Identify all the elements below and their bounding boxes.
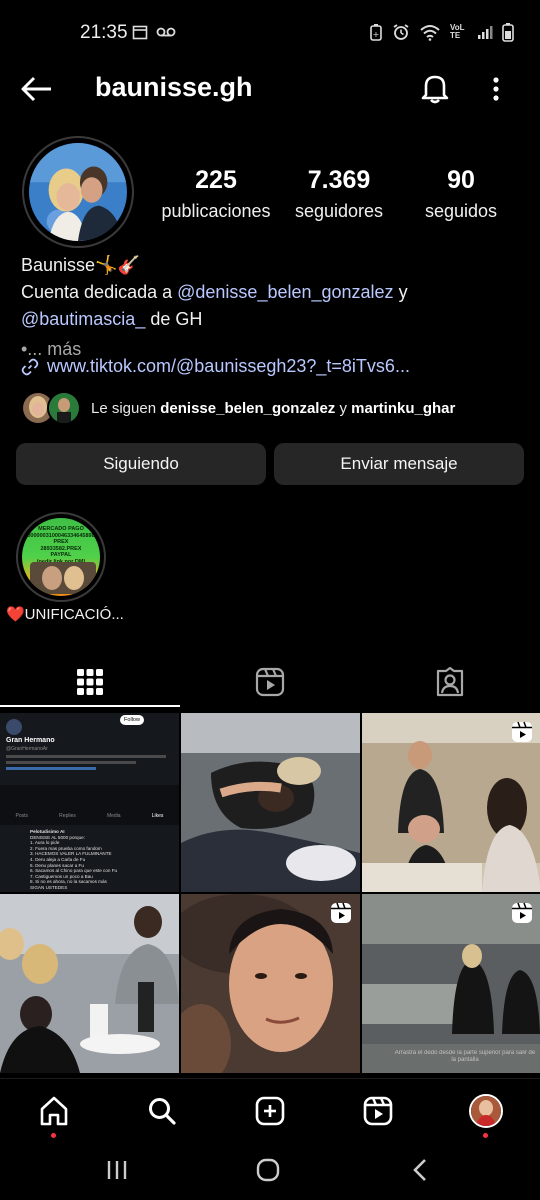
home-notification-dot xyxy=(51,1133,56,1138)
following-count: 90 xyxy=(447,166,475,194)
followed-by-prefix: Le siguen xyxy=(91,399,161,417)
reel-badge-icon xyxy=(512,902,532,923)
posts-count: 225 xyxy=(195,166,237,194)
nav-profile[interactable] xyxy=(468,1093,504,1138)
story-highlight[interactable]: MERCADO PAGO 0000003100046334645898 PREX… xyxy=(16,512,106,602)
grid-post[interactable] xyxy=(181,894,360,1073)
posts-grid: Follow Gran Hermano @GranHermanoAr Posts… xyxy=(0,713,540,1075)
bio-mention-bauti[interactable]: @bautimascia_ xyxy=(21,309,145,329)
posts-label: publicaciones xyxy=(161,201,271,221)
followed-by-user1: denisse_belen_gonzalez xyxy=(160,399,336,417)
following-label: seguidos xyxy=(424,201,498,221)
home-circle-icon xyxy=(256,1158,280,1182)
back-button[interactable] xyxy=(20,74,54,104)
posts-stat[interactable]: 225 publicaciones xyxy=(156,166,276,222)
grid-icon xyxy=(77,669,103,695)
grid-post[interactable]: Arrastra el dedo desde la parte superior… xyxy=(362,894,540,1073)
name-emoji: 🤸🎸 xyxy=(95,255,140,275)
voicemail-icon xyxy=(156,27,176,37)
alarm-icon xyxy=(393,24,409,40)
status-bar: 21:35 + VoLTE xyxy=(0,0,540,64)
grid-post[interactable]: Follow Gran Hermano @GranHermanoAr Posts… xyxy=(0,713,179,892)
followed-by-conj: y xyxy=(335,399,352,417)
arrow-left-icon xyxy=(21,76,51,102)
search-icon xyxy=(149,1098,176,1125)
followers-label: seguidores xyxy=(294,201,384,221)
followers-count: 7.369 xyxy=(307,166,371,194)
more-options-button[interactable] xyxy=(486,74,506,104)
reels-icon xyxy=(363,1096,393,1126)
profile-link[interactable]: www.tiktok.com/@baunissegh23?_t=8iTvs6..… xyxy=(21,356,410,377)
avatar-image xyxy=(29,143,127,241)
wifi-icon xyxy=(420,25,440,41)
battery-icon xyxy=(502,23,514,42)
volte-indicator: VoLTE xyxy=(450,23,465,40)
profile-tabs xyxy=(0,655,540,709)
following-button[interactable]: Siguiendo xyxy=(16,443,266,485)
following-stat[interactable]: 90 seguidos xyxy=(418,166,504,222)
svg-text:+: + xyxy=(373,30,380,39)
highlight-label: ❤️UNIFICACIÓ... xyxy=(6,606,124,623)
send-message-button[interactable]: Enviar mensaje xyxy=(274,443,524,485)
profile-notification-dot xyxy=(483,1133,488,1138)
tweet-avatar xyxy=(6,719,22,735)
home-system-button[interactable] xyxy=(255,1156,281,1184)
follower-avatar xyxy=(47,391,81,425)
bio-line2-suffix: de GH xyxy=(145,309,203,329)
grid-post[interactable] xyxy=(181,713,360,892)
tweet-account-name: Gran Hermano xyxy=(6,737,55,744)
signal-icon xyxy=(478,26,493,39)
reel-badge-icon xyxy=(512,721,532,742)
profile-avatar[interactable] xyxy=(22,136,134,248)
tweet-follow-button: Follow xyxy=(120,715,144,725)
back-system-button[interactable] xyxy=(408,1156,434,1184)
profile-link-text: www.tiktok.com/@baunissegh23?_t=8iTvs6..… xyxy=(47,356,410,376)
tab-posts[interactable] xyxy=(0,655,180,709)
nav-create[interactable] xyxy=(252,1093,288,1129)
chevron-left-icon xyxy=(413,1159,426,1181)
calendar-icon xyxy=(132,25,148,40)
tweet-text: Pelotudisimo AI DENISSE AL 5000 porque: … xyxy=(30,829,118,890)
profile-display-name: Baunisse xyxy=(21,255,96,275)
followed-by[interactable]: Le siguen denisse_belen_gonzalez y marti… xyxy=(21,391,455,425)
more-vertical-icon xyxy=(493,77,499,101)
highlight-cover-text: MERCADO PAGO 0000003100046334645898 PREX… xyxy=(27,526,95,565)
bio-line1-prefix: Cuenta dedicada a xyxy=(21,282,178,302)
own-avatar xyxy=(469,1094,503,1128)
tweet-account-handle: @GranHermanoAr xyxy=(6,746,48,752)
profile-username: baunisse.gh xyxy=(95,72,253,102)
tab-tagged[interactable] xyxy=(360,655,540,709)
recents-icon xyxy=(107,1161,127,1179)
bio-mention-denisse[interactable]: @denisse_belen_gonzalez xyxy=(177,282,393,302)
bottom-navigation xyxy=(0,1078,540,1140)
grid-post[interactable] xyxy=(362,713,540,892)
nav-reels[interactable] xyxy=(360,1093,396,1129)
followed-by-user2: martinku_ghar xyxy=(351,399,456,417)
recent-apps-button[interactable] xyxy=(104,1156,130,1184)
reel-badge-icon xyxy=(331,902,351,923)
highlight-cover: MERCADO PAGO 0000003100046334645898 PREX… xyxy=(22,518,100,596)
link-icon xyxy=(21,358,39,375)
status-time: 21:35 xyxy=(80,22,128,43)
notifications-button[interactable] xyxy=(420,72,450,104)
screen-overlay-caption: Arrastra el dedo desde la parte superior… xyxy=(394,1050,536,1063)
tagged-icon xyxy=(436,667,464,697)
profile-header: baunisse.gh xyxy=(0,64,540,114)
system-navigation xyxy=(0,1140,540,1200)
profile-bio: Baunisse🤸🎸 Cuenta dedicada a @denisse_be… xyxy=(21,252,521,363)
battery-saver-icon: + xyxy=(370,24,382,41)
tab-reels[interactable] xyxy=(180,655,360,709)
nav-home[interactable] xyxy=(36,1093,72,1138)
followers-stat[interactable]: 7.369 seguidores xyxy=(288,166,390,222)
grid-post[interactable] xyxy=(0,894,179,1073)
reels-icon xyxy=(255,667,285,697)
tweet-profile-tabs: Posts Replies Media Likes xyxy=(15,813,164,819)
bio-line1-suffix: y xyxy=(393,282,408,302)
active-tab-indicator xyxy=(0,705,180,707)
bell-icon xyxy=(421,75,449,104)
nav-search[interactable] xyxy=(144,1093,180,1129)
plus-square-icon xyxy=(255,1096,285,1126)
home-icon xyxy=(40,1096,68,1126)
